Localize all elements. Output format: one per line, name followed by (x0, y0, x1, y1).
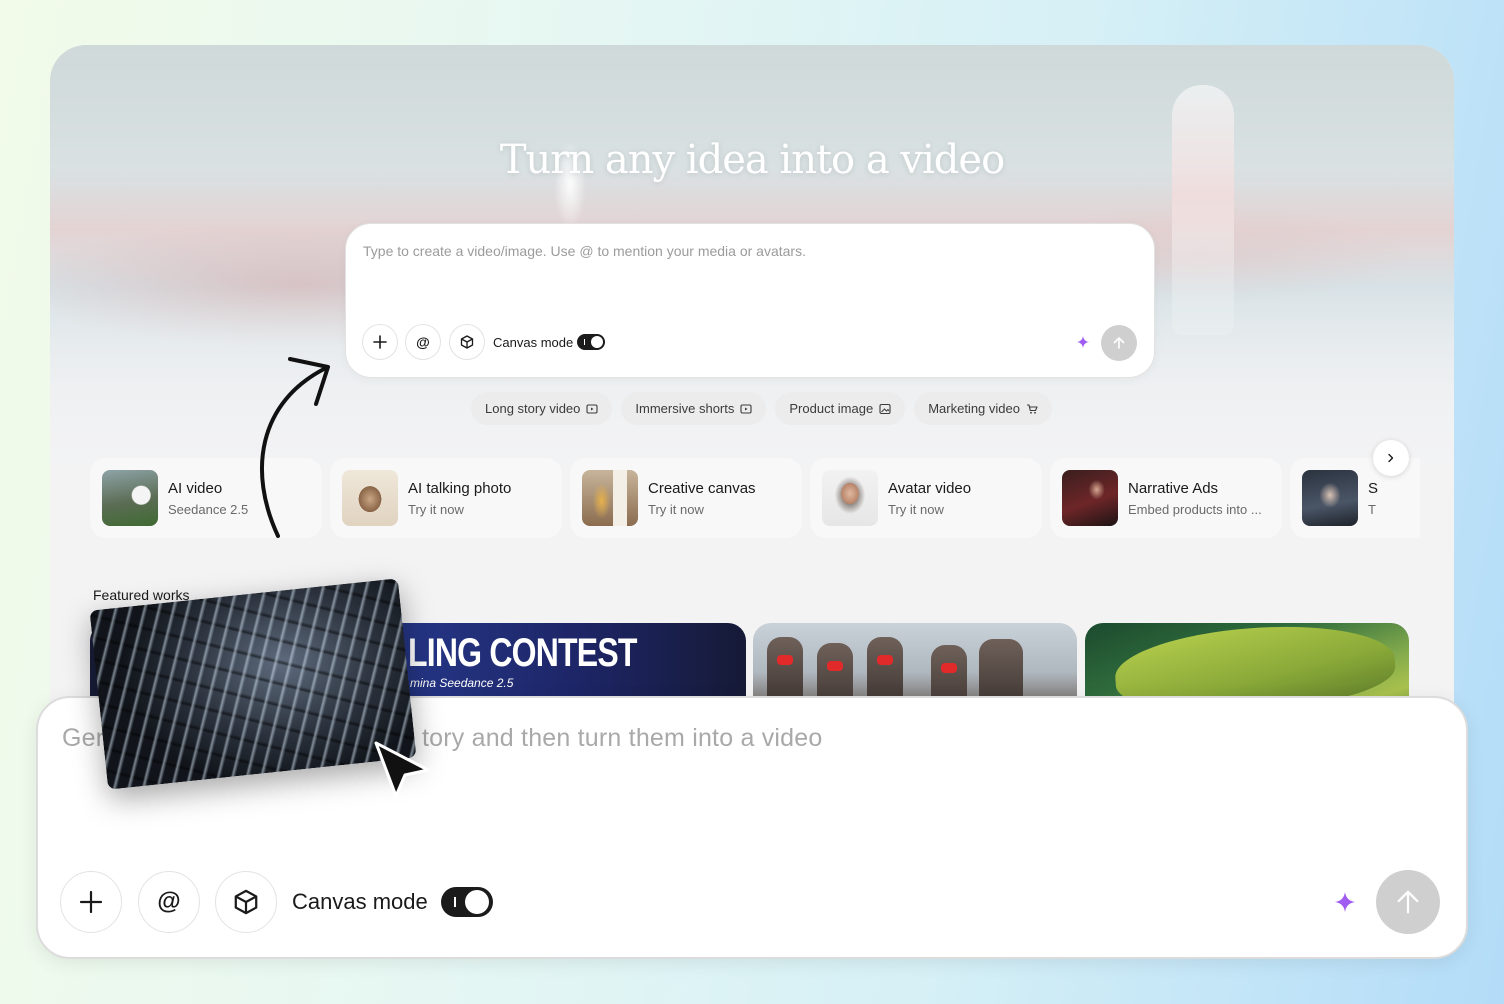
feature-title: Creative canvas (648, 479, 756, 497)
arrow-up-icon (1113, 337, 1125, 349)
cart-icon (1026, 403, 1038, 414)
prompt-placeholder[interactable]: Type to create a video/image. Use @ to m… (363, 243, 806, 259)
canvas-mode-toggle-large[interactable] (441, 887, 493, 917)
chip-product-image[interactable]: Product image (775, 392, 906, 425)
chip-marketing-video[interactable]: Marketing video (914, 392, 1052, 425)
featured-works-heading: Featured works (93, 587, 190, 603)
prompt-box[interactable]: Type to create a video/image. Use @ to m… (345, 223, 1155, 378)
mention-button[interactable]: @ (405, 324, 441, 360)
model-button-large[interactable] (215, 871, 277, 933)
add-button[interactable] (362, 324, 398, 360)
contest-title: LING CONTEST (408, 631, 637, 675)
curved-arrow-annotation (260, 357, 330, 538)
feature-title: AI video (168, 479, 223, 497)
chip-label: Immersive shorts (635, 401, 735, 416)
video-icon (586, 403, 598, 414)
cube-icon (234, 889, 258, 915)
feature-subtitle: Try it now (648, 501, 704, 517)
hero-pillar (1172, 85, 1234, 335)
feature-subtitle: T (1368, 501, 1376, 517)
toggle-knob (465, 890, 489, 914)
plus-icon (79, 890, 103, 914)
feature-subtitle: Try it now (888, 501, 944, 517)
carousel-next-button[interactable] (1373, 440, 1409, 476)
mouse-cursor-icon (374, 741, 430, 798)
chevron-right-icon (1388, 453, 1394, 463)
feature-thumbnail (1302, 470, 1358, 526)
video-icon (740, 403, 752, 414)
feature-subtitle: Try it now (408, 501, 464, 517)
feature-thumbnail (822, 470, 878, 526)
dragged-keyboard-photo[interactable] (89, 578, 417, 790)
feature-avatar-video[interactable]: Avatar video Try it now (810, 458, 1042, 538)
sparkle-icon[interactable] (1335, 892, 1355, 912)
chip-label: Product image (789, 401, 874, 416)
image-icon (879, 403, 891, 414)
feature-title: Narrative Ads (1128, 479, 1219, 497)
add-button-large[interactable] (60, 871, 122, 933)
sparkle-icon[interactable] (1077, 336, 1089, 348)
chip-immersive-shorts[interactable]: Immersive shorts (621, 392, 767, 425)
feature-title: S (1368, 479, 1379, 497)
feature-subtitle: Seedance 2.5 (168, 501, 249, 517)
chip-label: Marketing video (928, 401, 1020, 416)
canvas-mode-toggle[interactable] (577, 334, 605, 350)
arrow-up-icon (1397, 890, 1419, 914)
zoom-placeholder-end: tory and then turn them into a video (421, 724, 823, 752)
contest-subtitle: mina Seedance 2.5 (410, 676, 514, 690)
model-button[interactable] (449, 324, 485, 360)
at-icon: @ (157, 888, 181, 915)
chip-label: Long story video (485, 401, 581, 416)
feature-narrative-ads[interactable]: Narrative Ads Embed products into ... (1050, 458, 1282, 538)
feature-title: AI talking photo (408, 479, 512, 497)
feature-creative-canvas[interactable]: Creative canvas Try it now (570, 458, 802, 538)
toggle-knob (591, 336, 603, 348)
feature-subtitle: Embed products into ... (1128, 501, 1262, 517)
hero-title: Turn any idea into a video (499, 137, 1005, 183)
feature-title: Avatar video (888, 479, 972, 497)
plus-icon (373, 335, 387, 349)
mention-button-large[interactable]: @ (138, 871, 200, 933)
send-button[interactable] (1101, 325, 1137, 361)
feature-thumbnail (582, 470, 638, 526)
at-icon: @ (416, 334, 430, 350)
cube-icon (460, 335, 474, 349)
canvas-mode-label-large: Canvas mode (292, 889, 428, 914)
chip-long-story-video[interactable]: Long story video (471, 392, 613, 425)
canvas-mode-label: Canvas mode (493, 335, 574, 350)
feature-ai-talking-photo[interactable]: AI talking photo Try it now (330, 458, 562, 538)
template-chips: Long story video Immersive shorts Produc… (471, 392, 1052, 425)
send-button-large[interactable] (1376, 870, 1440, 934)
feature-thumbnail (1062, 470, 1118, 526)
feature-thumbnail (342, 470, 398, 526)
feature-thumbnail (102, 470, 158, 526)
